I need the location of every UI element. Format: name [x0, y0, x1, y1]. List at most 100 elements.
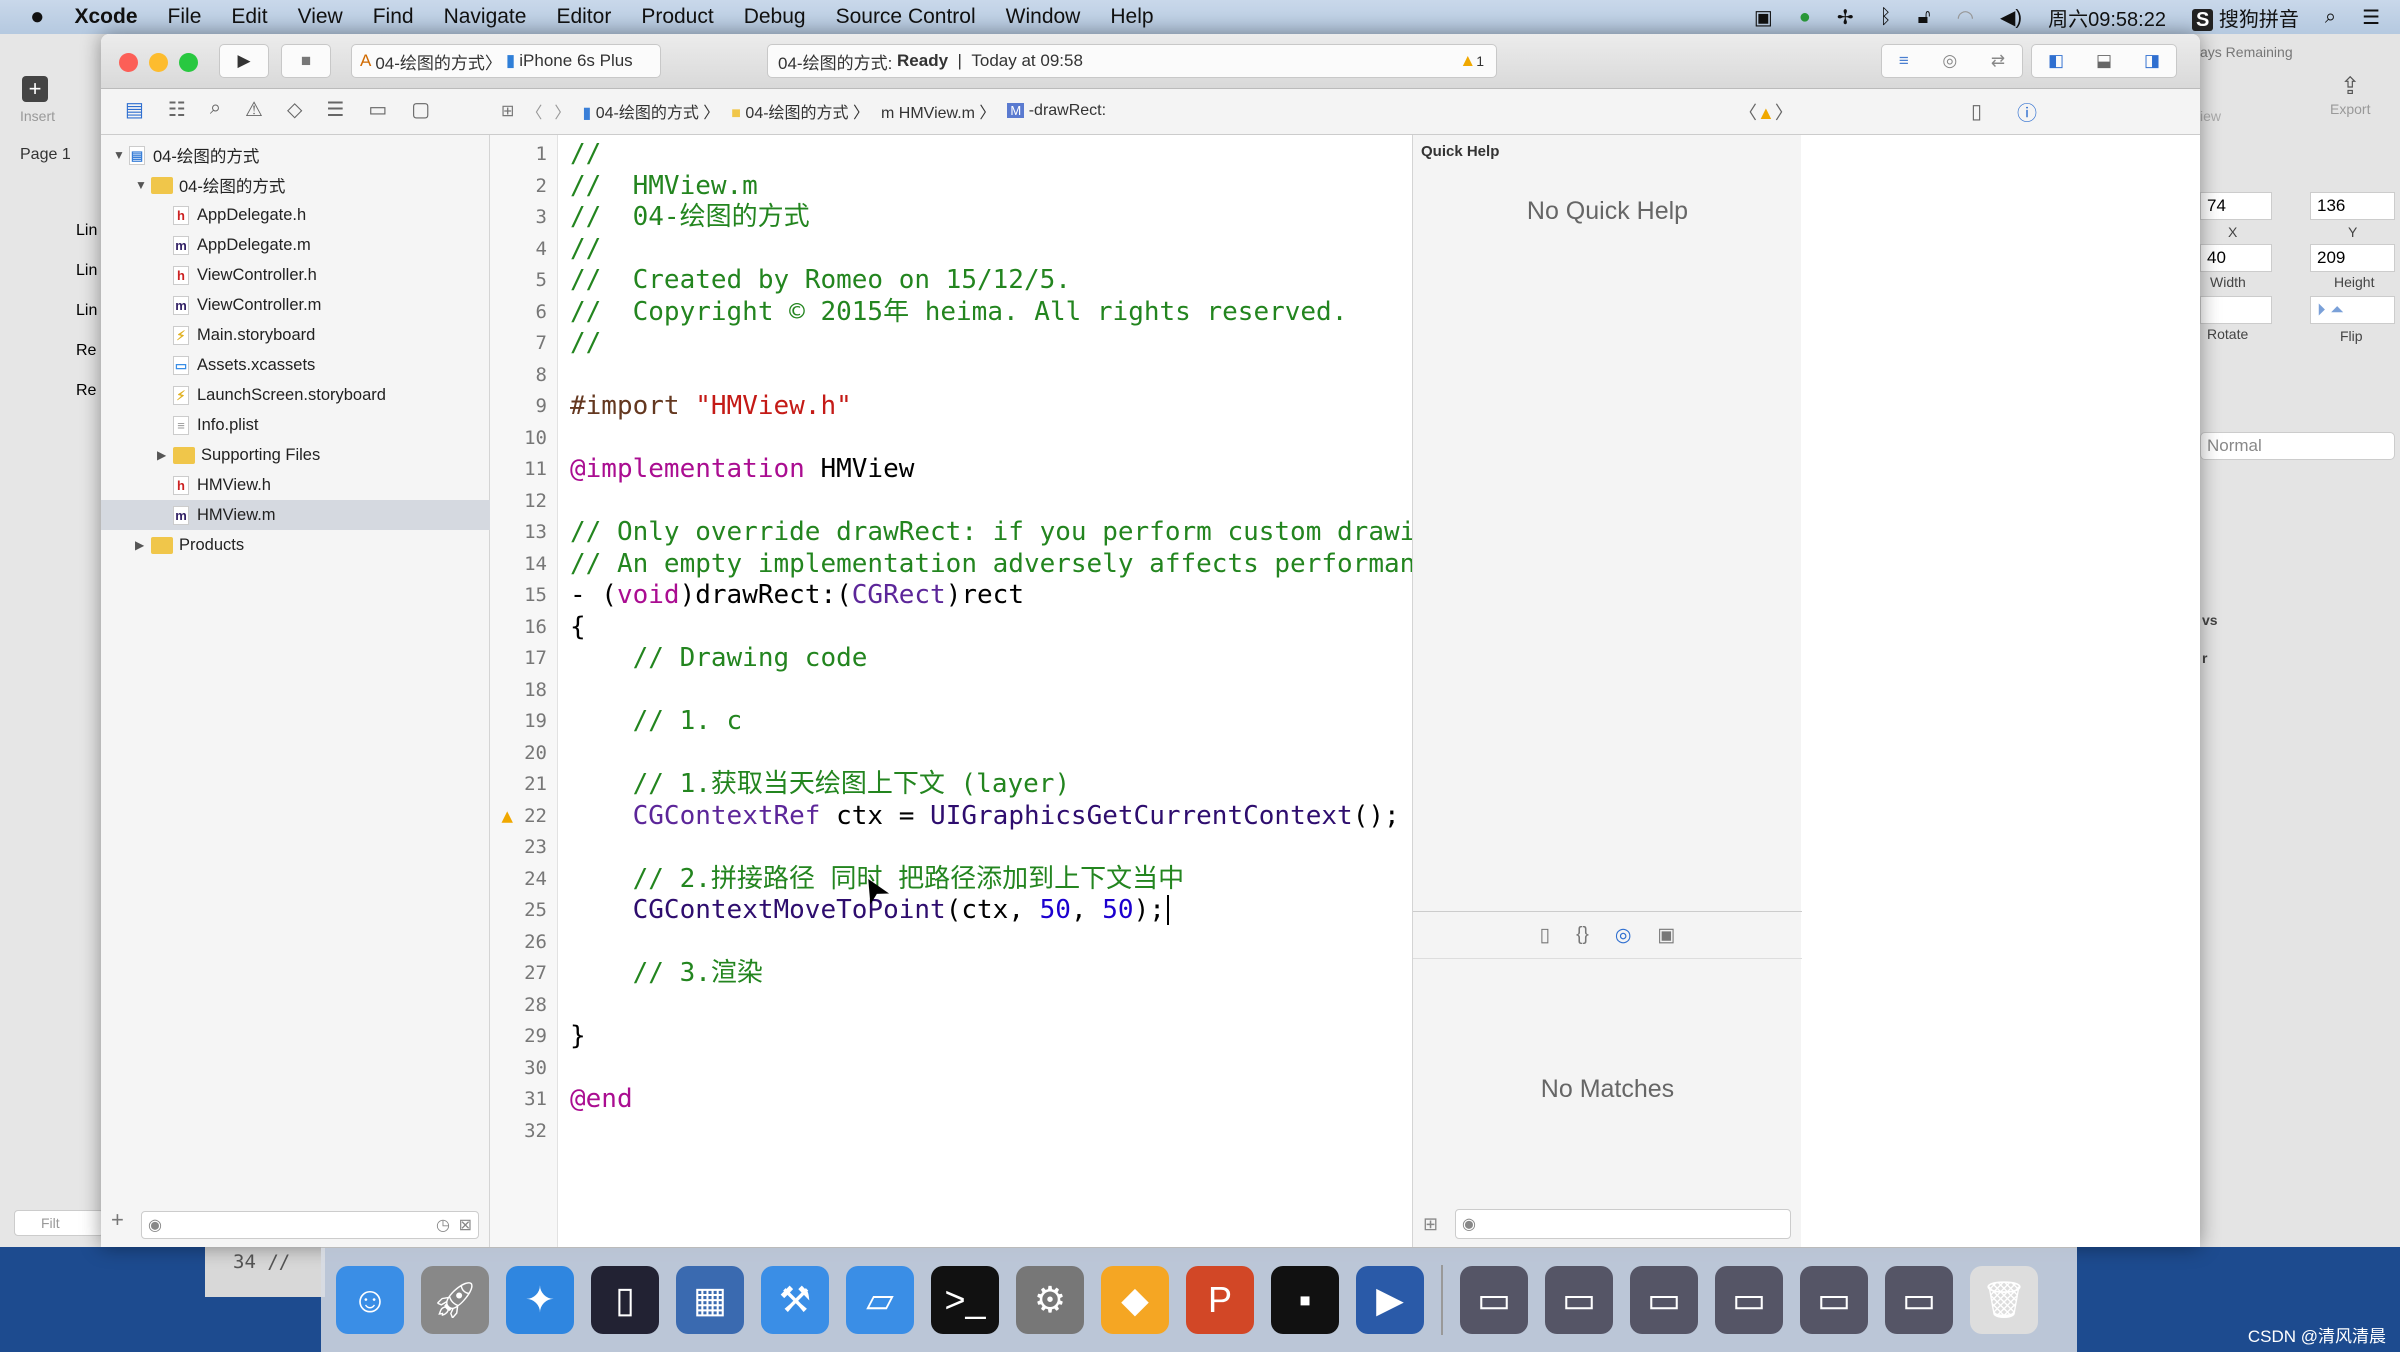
project-navigator-icon[interactable]: ▤ — [125, 97, 144, 122]
stop-button[interactable]: ■ — [281, 44, 331, 78]
minimize-button[interactable] — [149, 53, 168, 72]
menu-find[interactable]: Find — [373, 5, 414, 29]
dock-screen5-icon[interactable]: ▭ — [1800, 1266, 1868, 1334]
code-line[interactable]: } — [570, 1021, 586, 1053]
jump-group[interactable]: ■ 04-绘图的方式 〉 — [731, 99, 869, 123]
jump-file[interactable]: m HMView.m 〉 — [881, 99, 995, 123]
find-navigator-icon[interactable]: ⌕ — [210, 97, 221, 122]
menu-source-control[interactable]: Source Control — [836, 5, 976, 29]
dock-powerpoint-icon[interactable]: P — [1186, 1266, 1254, 1334]
warning-badge[interactable]: ▲1 — [1459, 51, 1484, 71]
standard-editor-icon[interactable]: ≡ — [1899, 51, 1909, 71]
filter-field[interactable]: Filt — [14, 1210, 104, 1236]
object-library-icon[interactable]: ◎ — [1615, 924, 1632, 947]
dock-sketch-icon[interactable]: ◆ — [1101, 1266, 1169, 1334]
breakpoint-navigator-icon[interactable]: ▭ — [368, 97, 387, 122]
jump-project[interactable]: ▮ 04-绘图的方式 〉 — [582, 99, 719, 123]
menu-navigate[interactable]: Navigate — [444, 5, 527, 29]
apple-menu-icon[interactable]: ● — [30, 3, 45, 31]
navigator-item[interactable]: ▼ 04-绘图的方式 — [101, 170, 490, 200]
code-line[interactable]: @end — [570, 1084, 633, 1116]
dock-finder-icon[interactable]: ☺ — [336, 1266, 404, 1334]
height-field[interactable]: 209 — [2310, 244, 2395, 272]
run-button[interactable]: ▶ — [219, 44, 269, 78]
selector-label[interactable]: r — [2202, 650, 2207, 666]
debug-area-toggle-icon[interactable]: ⬓ — [2096, 51, 2112, 71]
navigator-item[interactable]: ≡ Info.plist — [101, 410, 490, 440]
layer-item[interactable]: Lin — [76, 302, 97, 320]
spotlight-icon[interactable]: ⌕ — [2325, 6, 2336, 29]
menu-file[interactable]: File — [168, 5, 202, 29]
code-line[interactable]: { — [570, 612, 586, 644]
dock-screen3-icon[interactable]: ▭ — [1630, 1266, 1698, 1334]
related-items-icon[interactable]: ⊞ — [501, 101, 514, 121]
media-library-icon[interactable]: ▣ — [1657, 924, 1675, 947]
code-line[interactable]: // — [570, 139, 601, 171]
screen-record-icon[interactable]: ▣ — [1754, 5, 1773, 30]
dock-safari-icon[interactable]: ✦ — [506, 1266, 574, 1334]
menu-window[interactable]: Window — [1006, 5, 1081, 29]
code-line[interactable]: // 1.获取当天绘图上下文 (layer) — [570, 769, 1071, 801]
code-line[interactable]: // Copyright © 2015年 heima. All rights r… — [570, 297, 1347, 329]
volume-icon[interactable]: ◀) — [2000, 5, 2022, 30]
zoom-button[interactable] — [179, 53, 198, 72]
navigator-filter-field[interactable]: ◉ ◷ ⊠ — [141, 1211, 479, 1239]
x-field[interactable]: 74 — [2200, 192, 2272, 220]
dock-screen1-icon[interactable]: ▭ — [1460, 1266, 1528, 1334]
code-snippet-library-icon[interactable]: {} — [1576, 924, 1589, 946]
page-selector[interactable]: Page 1 — [20, 146, 71, 164]
dock-xcode-simulator-icon[interactable]: ▱ — [846, 1266, 914, 1334]
symbol-navigator-icon[interactable]: ☷ — [168, 97, 186, 122]
ime-menu[interactable]: S 搜狗拼音 — [2191, 3, 2299, 32]
code-line[interactable]: // 1. c — [570, 706, 743, 738]
assistant-editor-icon[interactable]: ◎ — [1942, 51, 1957, 71]
navigator-item[interactable]: ▼ ▤ 04-绘图的方式 — [101, 140, 490, 170]
code-line[interactable]: #import "HMView.h" — [570, 391, 852, 423]
clock[interactable]: 周六09:58:22 — [2048, 3, 2166, 32]
version-editor-icon[interactable]: ⇄ — [1991, 51, 2005, 71]
app-status-icon[interactable]: ● — [1799, 6, 1811, 29]
file-inspector-icon[interactable]: ▯ — [1971, 99, 1982, 124]
dock-console-icon[interactable]: ▪ — [1271, 1266, 1339, 1334]
y-field[interactable]: 136 — [2310, 192, 2395, 220]
library-filter-field[interactable]: ◉ — [1455, 1209, 1791, 1239]
dock-system-preferences-icon[interactable]: ⚙ — [1016, 1266, 1084, 1334]
utilities-toggle-icon[interactable]: ◨ — [2144, 51, 2160, 71]
menu-view[interactable]: View — [298, 5, 343, 29]
flip-buttons[interactable]: ⏵ ⏶ — [2310, 296, 2395, 324]
quick-help-icon[interactable]: ⓘ — [2017, 97, 2037, 126]
notification-center-icon[interactable]: ☰ — [2362, 5, 2380, 30]
dock-screen4-icon[interactable]: ▭ — [1715, 1266, 1783, 1334]
jump-method[interactable]: M -drawRect: — [1007, 102, 1106, 120]
code-line[interactable]: // 04-绘图的方式 — [570, 202, 810, 234]
dock-terminal-icon[interactable]: >_ — [931, 1266, 999, 1334]
menu-editor[interactable]: Editor — [556, 5, 611, 29]
navigator-item[interactable]: ⚡︎ LaunchScreen.storyboard — [101, 380, 490, 410]
navigator-item[interactable]: h HMView.h — [101, 470, 490, 500]
scm-filter-icon[interactable]: ⊠ — [459, 1215, 472, 1235]
dock-launchpad-icon[interactable]: 🚀︎ — [421, 1266, 489, 1334]
menu-debug[interactable]: Debug — [744, 5, 806, 29]
layer-item[interactable]: Re — [76, 342, 96, 360]
source-editor[interactable]: 1 2 3 4 5 6 7 8 9 10 11 12 13 14 15 16 17 18 19 20 21 22 ▲ 23 24… — [490, 135, 1728, 1247]
navigator-toggle-icon[interactable]: ◧ — [2048, 51, 2064, 71]
code-line[interactable]: // 3.渲染 — [570, 958, 763, 990]
code-line[interactable]: CGContextRef ctx = UIGraphicsGetCurrentC… — [570, 801, 1400, 833]
dock-screen2-icon[interactable]: ▭ — [1545, 1266, 1613, 1334]
wifi-icon[interactable]: ◠ — [1957, 5, 1974, 30]
lock-icon[interactable]: 🔓︎ — [1918, 6, 1931, 29]
disclosure-closed-icon[interactable]: ▶ — [157, 448, 173, 462]
disclosure-closed-icon[interactable]: ▶ — [135, 538, 151, 552]
dock-mouse-icon[interactable]: ▯ — [591, 1266, 659, 1334]
code-line[interactable]: - (void)drawRect:(CGRect)rect — [570, 580, 1024, 612]
line-number-gutter[interactable]: 1 2 3 4 5 6 7 8 9 10 11 12 13 14 15 16 17 18 19 20 21 22 ▲ 23 24… — [490, 135, 558, 1247]
layer-item[interactable]: Lin — [76, 262, 97, 280]
forward-button[interactable]: 〉 — [554, 99, 570, 123]
dock-xcode-icon[interactable]: ⚒ — [761, 1266, 829, 1334]
menu-edit[interactable]: Edit — [231, 5, 267, 29]
insert-button[interactable]: + — [22, 76, 48, 102]
menu-product[interactable]: Product — [641, 5, 713, 29]
layer-item[interactable]: Re — [76, 382, 96, 400]
back-button[interactable]: 〈 — [526, 99, 542, 123]
navigator-item[interactable]: h AppDelegate.h — [101, 200, 490, 230]
